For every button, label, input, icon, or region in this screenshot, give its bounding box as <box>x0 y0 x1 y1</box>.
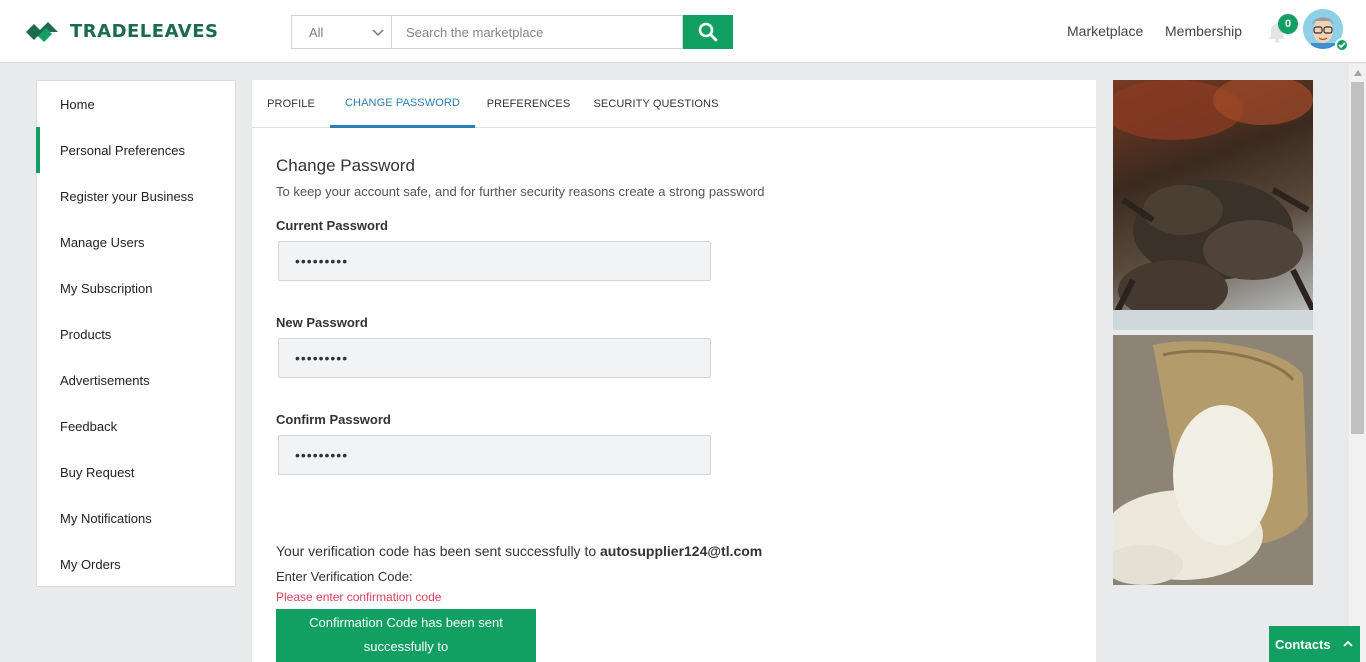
sidebar-item-buy-request[interactable]: Buy Request <box>36 449 235 495</box>
current-password-field[interactable]: ••••••••• <box>278 241 711 281</box>
page-title: Change Password <box>276 156 415 175</box>
confirmation-toast: Confirmation Code has been sent successf… <box>276 609 536 662</box>
toast-line-1: Confirmation Code has been sent <box>309 615 503 630</box>
logo[interactable]: TRADELEAVES <box>24 18 218 44</box>
sidebar-item-products[interactable]: Products <box>36 311 235 357</box>
tab-profile[interactable]: PROFILE <box>262 80 320 128</box>
top-header: TRADELEAVES All Marketplace Membership 0 <box>0 0 1366 63</box>
rice-sack-illustration <box>1113 335 1313 585</box>
new-password-label: New Password <box>276 315 368 330</box>
tab-preferences[interactable]: PREFERENCES <box>485 80 572 128</box>
new-password-field[interactable]: ••••••••• <box>278 338 711 378</box>
search-input[interactable] <box>391 15 683 49</box>
ad-image-crabs[interactable] <box>1113 80 1313 330</box>
sidebar-item-feedback[interactable]: Feedback <box>36 403 235 449</box>
sidebar-item-home[interactable]: Home <box>36 81 235 127</box>
main-panel: PROFILE CHANGE PASSWORD PREFERENCES SECU… <box>252 80 1096 662</box>
sidebar-item-personal-preferences[interactable]: Personal Preferences <box>36 127 235 173</box>
contacts-label: Contacts <box>1275 636 1331 652</box>
nav-membership[interactable]: Membership <box>1165 23 1242 39</box>
confirm-password-field[interactable]: ••••••••• <box>278 435 711 475</box>
sidebar-item-register-business[interactable]: Register your Business <box>36 173 235 219</box>
category-value: All <box>309 24 324 40</box>
tab-security-questions[interactable]: SECURITY QUESTIONS <box>592 80 720 128</box>
contacts-button[interactable]: Contacts <box>1269 626 1360 662</box>
chevron-down-icon <box>372 29 384 37</box>
leaf-logo-icon <box>26 22 58 42</box>
triangle-up-icon <box>1353 69 1362 76</box>
verification-email: autosupplier124@tl.com <box>600 543 763 559</box>
sidebar-item-manage-users[interactable]: Manage Users <box>36 219 235 265</box>
search-button[interactable] <box>683 15 733 49</box>
search-bar: All <box>291 15 733 49</box>
verification-message: Your verification code has been sent suc… <box>276 543 762 559</box>
current-password-label: Current Password <box>276 218 388 233</box>
tab-bar: PROFILE CHANGE PASSWORD PREFERENCES SECU… <box>252 80 1096 128</box>
verification-code-label: Enter Verification Code: <box>276 569 413 584</box>
sidebar: Home Personal Preferences Register your … <box>36 80 236 587</box>
notification-badge: 0 <box>1278 14 1298 34</box>
category-select[interactable]: All <box>291 15 391 49</box>
ad-image-rice[interactable] <box>1113 335 1313 585</box>
confirm-password-label: Confirm Password <box>276 412 391 427</box>
crab-illustration <box>1113 80 1313 330</box>
page-subtitle: To keep your account safe, and for furth… <box>276 184 765 199</box>
chevron-up-icon <box>1342 640 1353 647</box>
toast-line-2: successfully to <box>363 639 449 654</box>
online-status-icon <box>1335 38 1349 52</box>
verification-error: Please enter confirmation code <box>276 590 442 604</box>
sidebar-item-my-subscription[interactable]: My Subscription <box>36 265 235 311</box>
sidebar-item-advertisements[interactable]: Advertisements <box>36 357 235 403</box>
search-icon <box>698 22 718 42</box>
brand-name: TRADELEAVES <box>70 20 219 42</box>
sidebar-item-my-orders[interactable]: My Orders <box>36 541 235 587</box>
scroll-up-arrow[interactable] <box>1349 64 1366 81</box>
verification-text: Your verification code has been sent suc… <box>276 543 597 559</box>
sidebar-item-my-notifications[interactable]: My Notifications <box>36 495 235 541</box>
scrollbar-thumb[interactable] <box>1351 82 1364 434</box>
check-icon <box>1338 42 1346 49</box>
tab-change-password[interactable]: CHANGE PASSWORD <box>330 80 475 128</box>
nav-marketplace[interactable]: Marketplace <box>1067 23 1143 39</box>
